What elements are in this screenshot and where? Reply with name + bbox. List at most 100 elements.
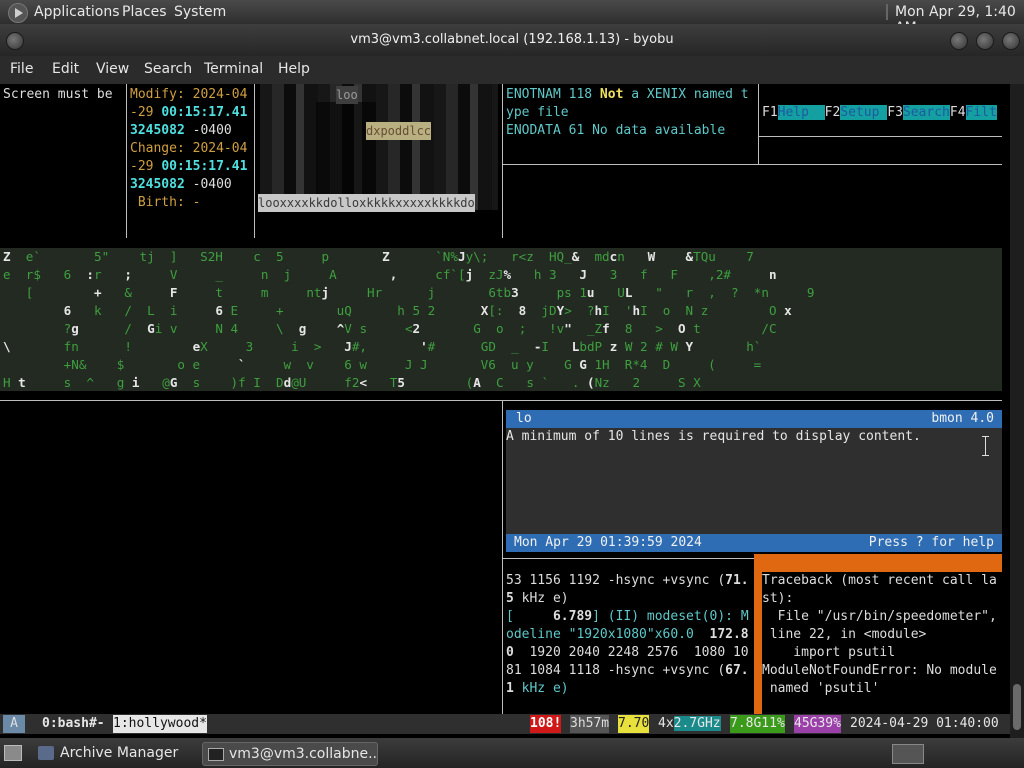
fkey-num: F4: [949, 105, 966, 120]
pane-divider[interactable]: [502, 558, 754, 559]
log-bold: 67.: [725, 663, 749, 678]
ascii-art-word: loo: [336, 86, 358, 104]
log-bold: 71.: [725, 573, 749, 588]
task-label: Archive Manager: [60, 745, 179, 761]
fkey-f1[interactable]: F1Help: [762, 105, 825, 120]
pane-divider[interactable]: [502, 164, 1002, 165]
log-line: odeline "1920x1080"x60.0 172.8: [506, 626, 749, 644]
stat-time: 00:15:17.41: [161, 105, 248, 120]
ascii-art-word: dxpoddlcc: [366, 122, 432, 140]
stat-line: -29 00:15:17.41: [130, 158, 247, 176]
bmon-datetime: Mon Apr 29 01:39:59 2024: [514, 535, 702, 550]
show-desktop-icon[interactable]: [4, 745, 22, 761]
errno-line: ENODATA 61 No data available: [506, 123, 726, 138]
bmon-message: A minimum of 10 lines is required to dis…: [506, 429, 921, 444]
window-tab-0[interactable]: 0:bash#-: [42, 715, 105, 733]
fkey-num: F3: [887, 105, 903, 120]
scrollbar-thumb[interactable]: [1013, 684, 1021, 730]
task-archive-manager[interactable]: Archive Manager: [34, 742, 220, 764]
fkey-label: Setup: [840, 105, 888, 120]
window-titlebar[interactable]: vm3@vm3.collabnet.local (192.168.1.13) -…: [0, 24, 1024, 56]
ascii-art-shadow: [316, 102, 376, 202]
menu-view[interactable]: View: [96, 61, 129, 77]
archive-manager-icon: [38, 746, 54, 760]
errno-text: ENOTNAM 118: [506, 87, 600, 102]
minimize-button[interactable]: [950, 32, 968, 50]
log-text: 1920 2040 2248 2576 1080 10: [513, 645, 749, 660]
log-text: odeline "1920x1080"x60.0: [506, 627, 710, 642]
matrix-row: +N& $ o e ` w v 6 w J J V6 u y G G 1H R*…: [3, 357, 762, 372]
memory-badge: 7.8G11%: [730, 715, 785, 733]
pane-divider[interactable]: [758, 84, 759, 164]
terminal-area[interactable]: Screen must be Modify: 2024-04 -29 00:15…: [0, 84, 1010, 714]
log-text: ] (II) modeset(0): M: [592, 609, 749, 624]
menu-file[interactable]: File: [10, 61, 33, 77]
log-text: [: [506, 609, 553, 624]
stat-line: Birth: -: [130, 195, 201, 210]
log-line: 81 1084 1118 -hsync +vsync (67.: [506, 662, 749, 680]
maximize-button[interactable]: [976, 32, 994, 50]
task-terminal[interactable]: vm3@vm3.collabne...: [202, 742, 378, 766]
terminal-scrollbar[interactable]: [1010, 84, 1024, 738]
traceback-line: named 'psutil': [762, 681, 880, 696]
window-tab-1[interactable]: 1:hollywood*: [113, 715, 207, 733]
bmon-footer: Mon Apr 29 01:39:59 2024 Press ? for hel…: [506, 534, 1002, 552]
bmon-help-hint: Press ? for help: [868, 535, 994, 550]
fkey-f3[interactable]: F3Search: [887, 105, 950, 120]
menu-edit[interactable]: Edit: [52, 61, 79, 77]
log-line: 5 kHz e): [506, 590, 569, 608]
fkey-f4[interactable]: F4Filt: [950, 105, 997, 120]
matrix-row: ?g / Gi v N 4 \ g ^V s <2 G o ; !v" _Zf …: [3, 321, 777, 336]
active-pane-border: [754, 554, 1002, 572]
traceback-line: import psutil: [762, 645, 896, 660]
stat-time: 3245082: [130, 177, 185, 192]
pane-divider[interactable]: [126, 84, 127, 238]
fkey-f2[interactable]: F2Setup: [825, 105, 888, 120]
ascii-art-word: looxxxxkkdolloxkkkkxxxxxkkkkdo: [258, 194, 475, 212]
menu-search[interactable]: Search: [144, 61, 192, 77]
log-bold: 172.8: [709, 627, 749, 642]
fkey-num: F2: [824, 105, 841, 120]
active-pane-border: [754, 554, 762, 714]
cpu-badge: 4x2.7GHz: [658, 715, 721, 733]
pane-divider[interactable]: [254, 84, 255, 238]
traceback-line: st):: [762, 591, 794, 606]
bmon-header: lo bmon 4.0: [506, 410, 1002, 428]
bottom-taskbar: Archive Manager vm3@vm3.collabne...: [0, 738, 1024, 768]
traceback-line: Traceback (most recent call la: [762, 573, 997, 588]
bmon-interface: lo: [516, 411, 532, 426]
terminal-menubar: File Edit View Search Terminal Help: [0, 56, 1024, 84]
errno-line: ENOTNAM 118 Not a XENIX named t: [506, 86, 749, 104]
disk-badge: 45G39%: [794, 715, 841, 733]
stat-line: Modify: 2024-04: [130, 87, 248, 102]
menu-terminal[interactable]: Terminal: [204, 61, 263, 77]
applications-menu[interactable]: Applications: [34, 4, 120, 20]
traceback-line: File "/usr/bin/speedometer",: [762, 609, 997, 624]
uptime-badge: 3h57m: [570, 715, 610, 733]
log-bold: 5: [506, 591, 514, 606]
stat-line: Change: 2024-04: [130, 141, 248, 156]
top-panel: Applications Places System Mon Apr 29, 1…: [0, 0, 1024, 36]
pane-divider[interactable]: [502, 400, 503, 714]
log-text: 81 1084 1118 -hsync +vsync (: [506, 663, 726, 678]
matrix-row: 6 k / L i 6 E + uQ h 5 2 X[: 8 jDY> ?hI …: [63, 303, 792, 318]
menu-help[interactable]: Help: [278, 61, 310, 77]
gnome-foot-icon[interactable]: [8, 3, 28, 23]
byobu-status-bar: A 0:bash#- 1:hollywood* 108! 3h57m 7.70 …: [0, 714, 1010, 734]
places-menu[interactable]: Places: [122, 4, 167, 20]
workspace-switcher-icon[interactable]: [892, 744, 924, 764]
log-line: 1 kHz e): [506, 680, 569, 698]
log-line: 53 1156 1192 -hsync +vsync (71.: [506, 572, 749, 590]
window-title: vm3@vm3.collabnet.local (192.168.1.13) -…: [350, 32, 674, 47]
fkey-label: Search: [902, 105, 950, 120]
stat-line: 3245082 -0400: [130, 176, 232, 194]
bmon-pane: lo bmon 4.0 A minimum of 10 lines is req…: [506, 410, 1002, 552]
log-text: kHz e): [513, 591, 569, 606]
pane-divider[interactable]: [502, 84, 503, 238]
pane-divider[interactable]: [758, 136, 1002, 137]
pane-divider[interactable]: [0, 400, 1002, 401]
close-button[interactable]: [1002, 32, 1020, 50]
system-menu[interactable]: System: [174, 4, 226, 20]
log-bold: 6.789: [552, 609, 593, 624]
log-text: kHz e): [513, 681, 569, 696]
